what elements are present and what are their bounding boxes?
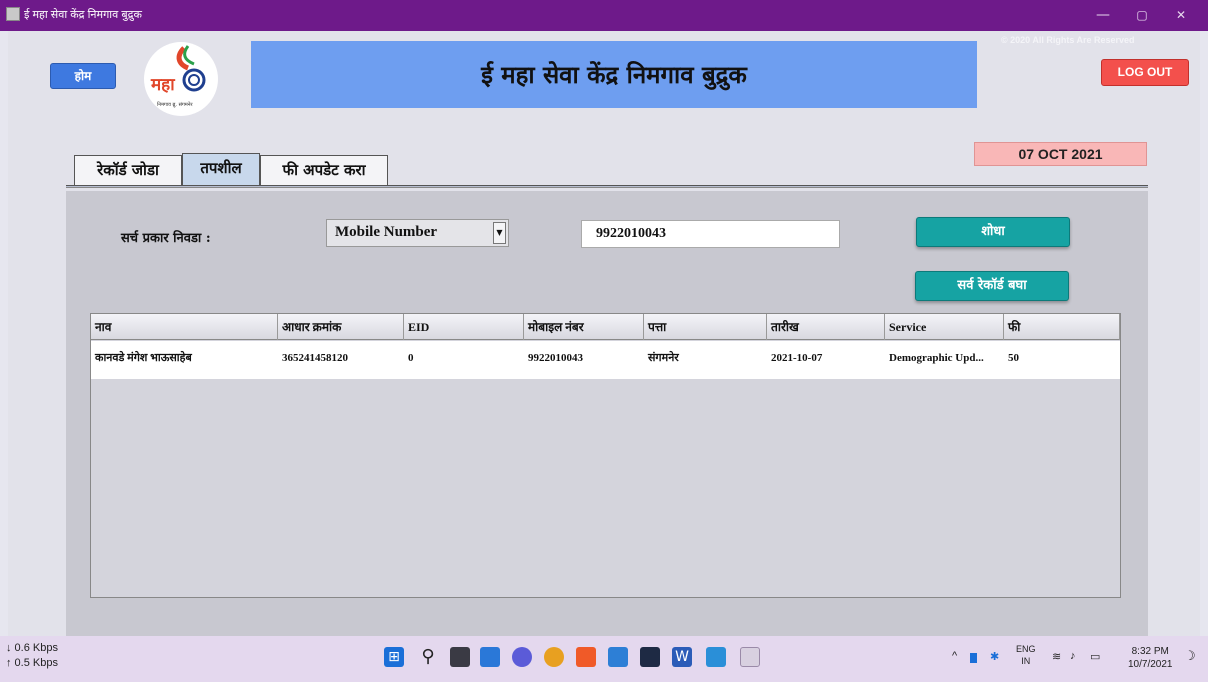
- maximize-button[interactable]: ▢: [1127, 5, 1157, 25]
- cell-service: Demographic Upd...: [889, 352, 984, 364]
- column-header-address[interactable]: पत्ता: [644, 314, 767, 340]
- volume-icon[interactable]: ♪: [1070, 650, 1076, 662]
- language-indicator[interactable]: ENG IN: [1016, 643, 1036, 667]
- app-icon: [6, 7, 20, 21]
- header-banner: ई महा सेवा केंद्र निमगाव बुद्रुक: [251, 41, 977, 108]
- column-header-mobile[interactable]: मोबाइल नंबर: [524, 314, 644, 340]
- cell-eid: 0: [408, 352, 414, 364]
- column-header-eid[interactable]: EID: [404, 314, 524, 340]
- app-content: होम महा निमगाव ब्रु. संगमनेर ई महा सेवा …: [8, 31, 1200, 636]
- terminal-icon[interactable]: [640, 647, 660, 667]
- window-titlebar: ई महा सेवा केंद्र निमगाव बुद्रुक — ▢ ✕: [0, 0, 1208, 31]
- logo-subtext: निमगाव ब्रु. संगमनेर: [157, 102, 193, 108]
- clock-time: 8:32 PM: [1131, 646, 1169, 657]
- upload-speed: ↑ 0.5 Kbps: [6, 657, 58, 669]
- table-row[interactable]: कानवडे मंगेश भाऊसाहेब 365241458120 0 992…: [91, 341, 1120, 379]
- photos-icon[interactable]: [706, 647, 726, 667]
- column-header-date[interactable]: तारीख: [767, 314, 885, 340]
- task-view-icon[interactable]: [450, 647, 470, 667]
- chevron-down-icon[interactable]: ▼: [493, 222, 506, 244]
- column-header-name[interactable]: नाव: [91, 314, 278, 340]
- current-date: 07 OCT 2021: [974, 142, 1147, 166]
- language-code: ENG: [1016, 644, 1036, 654]
- clock-date: 10/7/2021: [1128, 659, 1173, 670]
- tray-app-icon[interactable]: [970, 653, 977, 663]
- do-not-disturb-icon[interactable]: ☽: [1184, 648, 1196, 664]
- windows-taskbar: ↓ 0.6 Kbps ↑ 0.5 Kbps ⊞ ⚲ W ^ ✱ ENG IN ≋…: [0, 636, 1208, 682]
- chrome-icon[interactable]: [544, 647, 564, 667]
- search-input[interactable]: 9922010043: [581, 220, 840, 248]
- tab-update-fee[interactable]: फी अपडेट करा: [260, 155, 388, 185]
- brave-icon[interactable]: [576, 647, 596, 667]
- bluetooth-icon[interactable]: ✱: [990, 650, 999, 663]
- wifi-icon[interactable]: ≋: [1052, 650, 1061, 663]
- word-icon[interactable]: W: [672, 647, 692, 667]
- tab-details[interactable]: तपशील: [182, 153, 260, 185]
- monitor-icon[interactable]: [608, 647, 628, 667]
- home-button[interactable]: होम: [50, 63, 116, 89]
- maha-seva-logo: महा निमगाव ब्रु. संगमनेर: [144, 42, 218, 116]
- search-type-value: Mobile Number: [335, 224, 438, 240]
- view-all-records-button[interactable]: सर्व रेकॉर्ड बघा: [915, 271, 1069, 301]
- table-header: नाव आधार क्रमांक EID मोबाइल नंबर पत्ता त…: [91, 314, 1120, 340]
- cell-date: 2021-10-07: [771, 352, 823, 364]
- column-header-aadhaar[interactable]: आधार क्रमांक: [278, 314, 404, 340]
- logo-text: महा: [151, 75, 175, 95]
- records-table[interactable]: नाव आधार क्रमांक EID मोबाइल नंबर पत्ता त…: [90, 313, 1121, 598]
- cell-address: संगमनेर: [648, 352, 679, 364]
- widgets-icon[interactable]: [480, 647, 500, 667]
- tab-divider: [66, 185, 1148, 188]
- chat-icon[interactable]: [512, 647, 532, 667]
- java-app-icon[interactable]: [740, 647, 760, 667]
- search-icon[interactable]: ⚲: [418, 647, 438, 667]
- search-type-select[interactable]: Mobile Number ▼: [326, 219, 509, 247]
- battery-icon[interactable]: ▭: [1090, 650, 1100, 663]
- cell-mobile: 9922010043: [528, 352, 583, 364]
- windows-start-icon[interactable]: ⊞: [384, 647, 404, 667]
- logout-button[interactable]: LOG OUT: [1101, 59, 1189, 86]
- search-type-label: सर्च प्रकार निवडा :: [121, 231, 211, 246]
- page-title: ई महा सेवा केंद्र निमगाव बुद्रुक: [481, 60, 747, 89]
- minimize-button[interactable]: —: [1088, 5, 1118, 25]
- copyright-text: © 2020 All Rights Are Reserved: [1001, 35, 1135, 45]
- column-header-fee[interactable]: फी: [1004, 314, 1120, 340]
- close-button[interactable]: ✕: [1166, 5, 1196, 25]
- column-header-service[interactable]: Service: [885, 314, 1004, 340]
- search-button[interactable]: शोधा: [916, 217, 1070, 247]
- cell-aadhaar: 365241458120: [282, 352, 348, 364]
- window-title: ई महा सेवा केंद्र निमगाव बुद्रुक: [24, 9, 142, 21]
- tab-add-record[interactable]: रेकॉर्ड जोडा: [74, 155, 182, 185]
- download-speed: ↓ 0.6 Kbps: [6, 642, 58, 654]
- cell-name: कानवडे मंगेश भाऊसाहेब: [95, 352, 192, 364]
- system-clock[interactable]: 8:32 PM 10/7/2021: [1128, 645, 1173, 671]
- chevron-up-icon[interactable]: ^: [952, 650, 957, 662]
- cell-fee: 50: [1008, 352, 1019, 364]
- region-code: IN: [1021, 656, 1031, 666]
